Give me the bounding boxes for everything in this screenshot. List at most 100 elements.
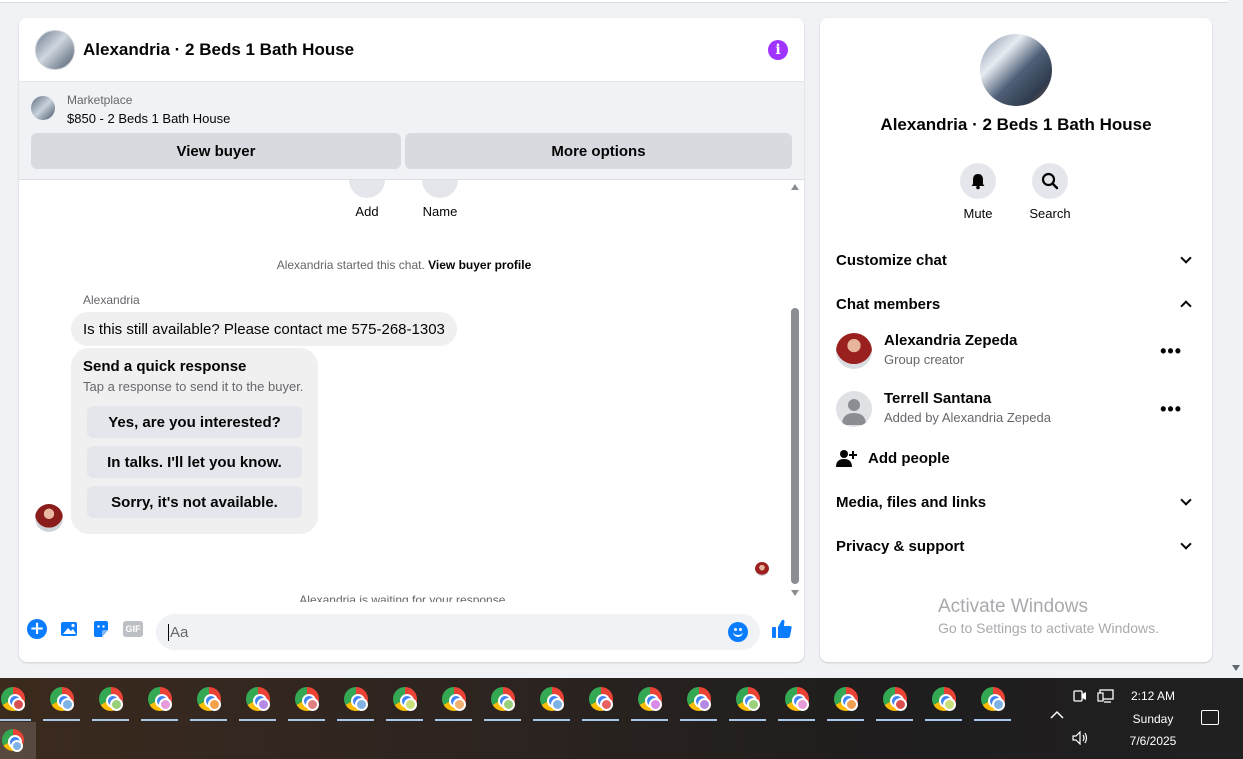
profile-badge-icon (404, 698, 417, 711)
taskbar-chrome-window[interactable] (233, 678, 282, 722)
add-people-button[interactable]: Add people (836, 446, 950, 470)
taskbar-chrome-window[interactable] (282, 678, 331, 722)
profile-badge-icon (894, 698, 907, 711)
scrollbar-thumb[interactable] (791, 308, 799, 584)
mute-action[interactable]: Mute (948, 163, 1008, 221)
chat-panel: Alexandria · 2 Beds 1 Bath House i Marke… (19, 18, 804, 662)
running-indicator (141, 719, 178, 721)
taskbar-chrome-window[interactable] (429, 678, 478, 722)
listing-thumbnail[interactable] (31, 96, 55, 120)
name-action[interactable]: Name (422, 180, 458, 219)
chat-info-panel: Alexandria · 2 Beds 1 Bath House Mute Se… (820, 18, 1212, 662)
network-icon[interactable] (1097, 689, 1115, 707)
info-icon[interactable]: i (768, 39, 788, 60)
meet-now-icon[interactable] (1073, 689, 1087, 707)
side-panel-title: Alexandria · 2 Beds 1 Bath House (880, 115, 1152, 134)
member-row[interactable]: Alexandria Zepeda Group creator ••• (836, 331, 1196, 371)
clock-date[interactable]: 7/6/2025 (1118, 734, 1188, 748)
quick-response-not-available[interactable]: Sorry, it's not available. (87, 486, 302, 518)
taskbar-chrome-window[interactable] (184, 678, 233, 722)
sender-avatar[interactable] (35, 504, 63, 532)
member-avatar[interactable] (836, 391, 872, 427)
composer-input-wrap (156, 614, 760, 650)
more-actions-button[interactable]: + (26, 618, 48, 640)
page-scroll-down-icon[interactable] (1232, 665, 1240, 671)
member-name[interactable]: Alexandria Zepeda (884, 332, 1017, 349)
add-people-label: Add people (868, 449, 950, 467)
quick-response-in-talks[interactable]: In talks. I'll let you know. (87, 446, 302, 478)
taskbar-active-chrome[interactable] (0, 722, 36, 759)
listing-photo-avatar[interactable] (980, 34, 1052, 106)
taskbar-chrome-window[interactable] (135, 678, 184, 722)
taskbar-chrome-window[interactable] (821, 678, 870, 722)
gif-button[interactable]: GIF (122, 618, 144, 640)
search-action[interactable]: Search (1020, 163, 1080, 221)
privacy-support-section[interactable]: Privacy & support (836, 534, 1196, 558)
message-bubble[interactable]: Is this still available? Please contact … (71, 312, 457, 346)
thumbs-up-icon (772, 619, 792, 638)
view-buyer-button[interactable]: View buyer (31, 133, 401, 169)
taskbar-chrome-window[interactable] (37, 678, 86, 722)
chat-members-section[interactable]: Chat members (836, 292, 1196, 316)
clock-day[interactable]: Sunday (1118, 712, 1188, 726)
taskbar-chrome-window[interactable] (919, 678, 968, 722)
running-indicator (631, 719, 668, 721)
taskbar-chrome-window[interactable] (331, 678, 380, 722)
message-composer: + GIF (19, 612, 804, 652)
show-hidden-icons-chevron-icon[interactable] (1050, 708, 1064, 724)
sticker-button[interactable] (90, 618, 112, 640)
like-button[interactable] (770, 617, 794, 641)
listing-avatar[interactable] (35, 29, 75, 70)
taskbar-chrome-window[interactable] (527, 678, 576, 722)
chat-header: Alexandria · 2 Beds 1 Bath House i (19, 18, 804, 82)
customize-chat-label: Customize chat (836, 251, 947, 269)
taskbar-chrome-window[interactable] (576, 678, 625, 722)
taskbar-chrome-window[interactable] (772, 678, 821, 722)
customize-chat-section[interactable]: Customize chat (836, 248, 1196, 272)
member-row[interactable]: Terrell Santana Added by Alexandria Zepe… (836, 389, 1196, 429)
running-indicator (43, 719, 80, 721)
profile-badge-icon (110, 698, 123, 711)
chat-title[interactable]: Alexandria · 2 Beds 1 Bath House (83, 40, 768, 60)
taskbar-chrome-window[interactable] (625, 678, 674, 722)
profile-badge-icon (992, 698, 1005, 711)
quick-response-yes[interactable]: Yes, are you interested? (87, 406, 302, 438)
volume-icon[interactable] (1072, 730, 1090, 749)
sender-name: Alexandria (83, 293, 140, 307)
taskbar-chrome-window[interactable] (86, 678, 135, 722)
listing-price-title[interactable]: $850 - 2 Beds 1 Bath House (67, 111, 230, 126)
add-action[interactable]: Add (349, 180, 385, 219)
running-indicator (729, 719, 766, 721)
emoji-icon[interactable] (728, 622, 748, 642)
message-thread[interactable]: Add Name Alexandria started this chat. V… (19, 180, 804, 602)
member-name[interactable]: Terrell Santana (884, 390, 991, 407)
taskbar-chrome-window[interactable] (478, 678, 527, 722)
clock-time[interactable]: 2:12 AM (1118, 689, 1188, 703)
taskbar-chrome-window[interactable] (674, 678, 723, 722)
profile-badge-icon (649, 698, 662, 711)
more-options-button[interactable]: More options (405, 133, 792, 169)
thread-scrollbar[interactable] (790, 180, 800, 602)
taskbar-chrome-window[interactable] (380, 678, 429, 722)
view-buyer-profile-link[interactable]: View buyer profile (428, 258, 531, 272)
profile-badge-icon (796, 698, 809, 711)
running-indicator (582, 719, 619, 721)
scroll-down-arrow-icon[interactable] (791, 590, 799, 596)
profile-badge-icon (502, 698, 515, 711)
running-indicator (92, 719, 129, 721)
notification-center-icon[interactable] (1201, 710, 1219, 725)
message-input[interactable] (168, 623, 728, 641)
profile-badge-icon (551, 698, 564, 711)
taskbar-chrome-window[interactable] (870, 678, 919, 722)
profile-badge-icon (600, 698, 613, 711)
taskbar-chrome-window[interactable] (0, 678, 37, 722)
attach-photo-button[interactable] (58, 618, 80, 640)
media-files-section[interactable]: Media, files and links (836, 490, 1196, 514)
taskbar-chrome-window[interactable] (968, 678, 1017, 722)
profile-badge-icon (61, 698, 74, 711)
taskbar-chrome-window[interactable] (723, 678, 772, 722)
scroll-up-arrow-icon[interactable] (791, 184, 799, 190)
more-icon[interactable]: ••• (1160, 399, 1182, 420)
more-icon[interactable]: ••• (1160, 341, 1182, 362)
member-avatar[interactable] (836, 333, 872, 369)
